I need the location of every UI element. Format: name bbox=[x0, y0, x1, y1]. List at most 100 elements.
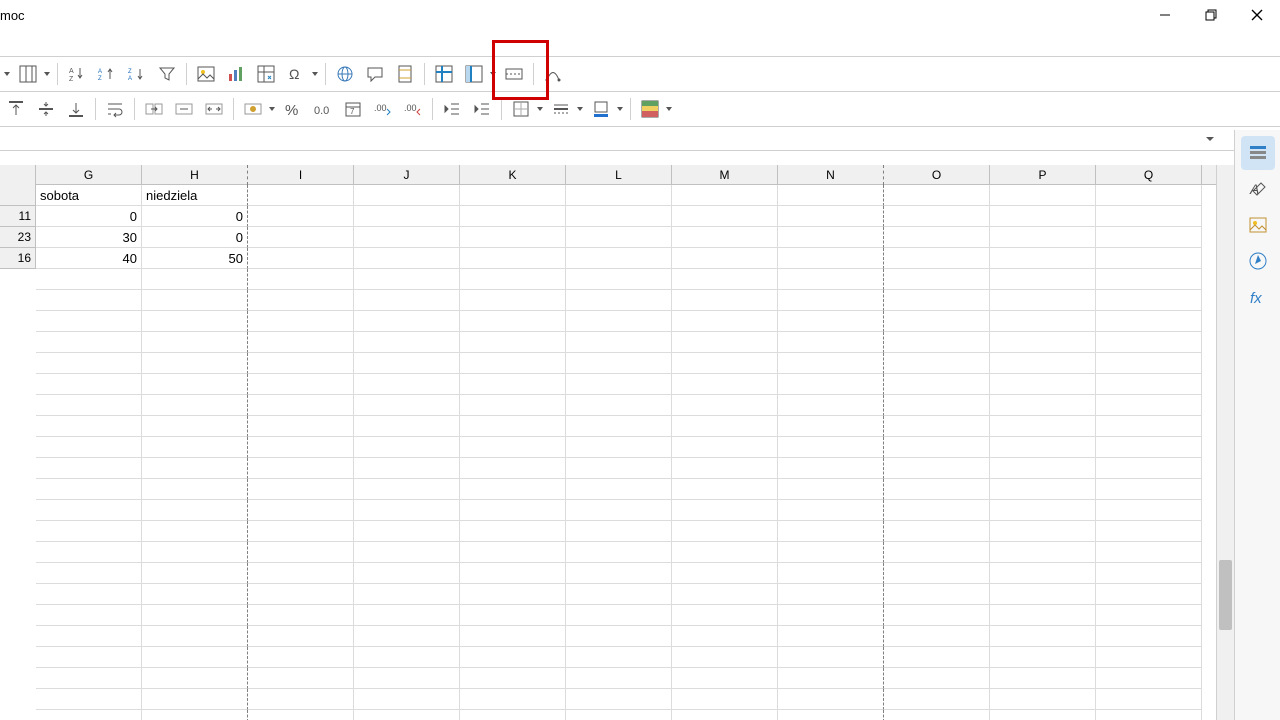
cell[interactable] bbox=[672, 584, 778, 605]
cell[interactable] bbox=[778, 647, 884, 668]
border-style-dropdown[interactable] bbox=[575, 95, 585, 123]
cell[interactable] bbox=[990, 269, 1096, 290]
cell[interactable] bbox=[142, 605, 248, 626]
percent-icon[interactable]: % bbox=[279, 95, 307, 123]
cell[interactable] bbox=[672, 248, 778, 269]
cell[interactable] bbox=[778, 395, 884, 416]
cell[interactable] bbox=[248, 206, 354, 227]
cell[interactable] bbox=[460, 206, 566, 227]
cell[interactable]: 0 bbox=[142, 227, 248, 248]
cell[interactable] bbox=[990, 521, 1096, 542]
borders-dropdown[interactable] bbox=[535, 95, 545, 123]
unmerge-icon[interactable] bbox=[200, 95, 228, 123]
special-char-dropdown[interactable] bbox=[310, 60, 320, 88]
cell[interactable] bbox=[672, 416, 778, 437]
cell[interactable] bbox=[566, 395, 672, 416]
cell[interactable] bbox=[1096, 647, 1202, 668]
close-button[interactable] bbox=[1234, 0, 1280, 30]
cell[interactable] bbox=[142, 563, 248, 584]
decrease-indent-icon[interactable] bbox=[438, 95, 466, 123]
cell[interactable] bbox=[990, 311, 1096, 332]
cell[interactable] bbox=[460, 626, 566, 647]
col-header-J[interactable]: J bbox=[354, 165, 460, 185]
delete-decimal-icon[interactable]: .00 bbox=[399, 95, 427, 123]
cell[interactable] bbox=[990, 563, 1096, 584]
col-header-G[interactable]: G bbox=[36, 165, 142, 185]
cell[interactable] bbox=[460, 563, 566, 584]
cell[interactable] bbox=[354, 374, 460, 395]
cell[interactable] bbox=[248, 584, 354, 605]
conditional-format-icon[interactable] bbox=[636, 95, 664, 123]
row-header[interactable] bbox=[0, 185, 36, 206]
cell[interactable] bbox=[778, 185, 884, 206]
cell[interactable] bbox=[354, 332, 460, 353]
cell[interactable] bbox=[354, 185, 460, 206]
cell[interactable] bbox=[1096, 668, 1202, 689]
col-header-N[interactable]: N bbox=[778, 165, 884, 185]
cell[interactable] bbox=[248, 626, 354, 647]
cell[interactable] bbox=[460, 290, 566, 311]
cell[interactable] bbox=[990, 668, 1096, 689]
restore-button[interactable] bbox=[1188, 0, 1234, 30]
cell[interactable] bbox=[990, 479, 1096, 500]
cell[interactable] bbox=[778, 626, 884, 647]
cell[interactable] bbox=[990, 416, 1096, 437]
cell[interactable] bbox=[460, 395, 566, 416]
navigator-panel-icon[interactable] bbox=[1241, 244, 1275, 278]
cell[interactable] bbox=[142, 311, 248, 332]
cell[interactable] bbox=[460, 668, 566, 689]
cell[interactable] bbox=[248, 479, 354, 500]
dropdown-caret[interactable] bbox=[2, 60, 12, 88]
cell[interactable] bbox=[990, 248, 1096, 269]
cell[interactable] bbox=[884, 374, 990, 395]
cell[interactable] bbox=[1096, 311, 1202, 332]
cell[interactable] bbox=[672, 605, 778, 626]
cell[interactable] bbox=[672, 353, 778, 374]
cell[interactable] bbox=[990, 353, 1096, 374]
cell[interactable] bbox=[566, 521, 672, 542]
col-header-O[interactable]: O bbox=[884, 165, 990, 185]
cell[interactable] bbox=[778, 374, 884, 395]
cell[interactable] bbox=[672, 458, 778, 479]
cell[interactable] bbox=[566, 458, 672, 479]
cell[interactable] bbox=[1096, 563, 1202, 584]
cell[interactable] bbox=[778, 311, 884, 332]
cell[interactable] bbox=[990, 185, 1096, 206]
cell[interactable] bbox=[672, 710, 778, 720]
cell[interactable] bbox=[354, 710, 460, 720]
cell[interactable] bbox=[36, 563, 142, 584]
cell[interactable] bbox=[36, 479, 142, 500]
cell[interactable] bbox=[142, 542, 248, 563]
cell[interactable] bbox=[566, 416, 672, 437]
cell[interactable] bbox=[566, 311, 672, 332]
cell[interactable] bbox=[990, 500, 1096, 521]
number-format-icon[interactable]: 0.0 bbox=[309, 95, 337, 123]
cell[interactable] bbox=[778, 416, 884, 437]
cell[interactable] bbox=[778, 332, 884, 353]
cell[interactable] bbox=[672, 290, 778, 311]
cell[interactable] bbox=[990, 437, 1096, 458]
border-color-icon[interactable] bbox=[587, 95, 615, 123]
cell[interactable] bbox=[354, 626, 460, 647]
cell[interactable] bbox=[354, 542, 460, 563]
border-style-icon[interactable] bbox=[547, 95, 575, 123]
cell[interactable] bbox=[460, 311, 566, 332]
cell[interactable] bbox=[778, 290, 884, 311]
cell[interactable] bbox=[778, 437, 884, 458]
cell[interactable] bbox=[248, 311, 354, 332]
cell[interactable] bbox=[248, 332, 354, 353]
cell[interactable] bbox=[36, 416, 142, 437]
row-header[interactable]: 11 bbox=[0, 206, 36, 227]
cell[interactable] bbox=[354, 479, 460, 500]
cell[interactable] bbox=[884, 584, 990, 605]
cell[interactable] bbox=[1096, 269, 1202, 290]
cell[interactable] bbox=[460, 710, 566, 720]
currency-icon[interactable] bbox=[239, 95, 267, 123]
cell[interactable] bbox=[672, 563, 778, 584]
cell[interactable] bbox=[672, 437, 778, 458]
cell[interactable] bbox=[248, 521, 354, 542]
formula-bar[interactable]: ≡ bbox=[0, 126, 1280, 151]
comment-icon[interactable] bbox=[361, 60, 389, 88]
cell[interactable] bbox=[672, 269, 778, 290]
properties-panel-icon[interactable] bbox=[1241, 136, 1275, 170]
